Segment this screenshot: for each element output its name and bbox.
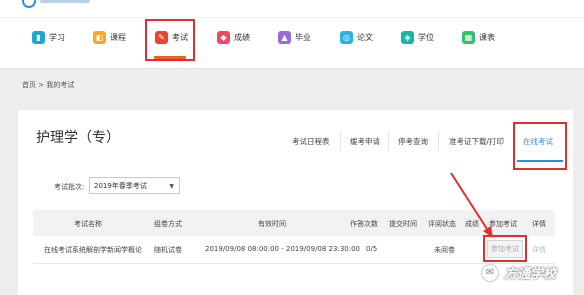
watermark: ✉ 方通学校 [481, 263, 556, 282]
nav-label: 论文 [357, 32, 373, 42]
top-header [0, 0, 584, 17]
nav-item-graduation[interactable]: ▲ 毕业 [278, 27, 311, 47]
tab-active-highlight [513, 122, 567, 170]
cell-valid-time: 2019/09/08 08:00:00 - 2019/09/08 23:30:0… [205, 245, 360, 253]
nav-label: 课表 [479, 32, 495, 42]
tab-admission-ticket[interactable]: 准考证下载/打印 [449, 136, 504, 147]
batch-label: 考试批次: [54, 183, 85, 191]
table-row [33, 263, 555, 264]
book-icon: ▮ [32, 30, 45, 44]
col-take-exam: 参加考试 [489, 220, 517, 228]
col-attempts: 作答次数 [350, 220, 378, 228]
tab-divider [438, 131, 439, 151]
col-score: 成绩 [465, 220, 479, 228]
wechat-icon: ✉ [481, 263, 499, 282]
nav-active-highlight [145, 19, 195, 61]
tab-divider [340, 131, 341, 151]
nav-item-timetable[interactable]: ▦ 课表 [462, 27, 495, 47]
col-submit-time: 提交时间 [389, 220, 417, 228]
col-valid-time: 有效时间 [258, 220, 286, 228]
degree-icon: ◈ [401, 30, 414, 44]
tab-exam-schedule[interactable]: 考试日程表 [292, 136, 330, 147]
nav-item-degree[interactable]: ◈ 学位 [401, 27, 434, 47]
col-details: 详情 [532, 220, 546, 228]
calendar-icon: ▦ [462, 30, 475, 44]
cell-review-status: 未阅卷 [434, 246, 455, 254]
chevron-down-icon: ▼ [169, 183, 174, 190]
nav-item-grades[interactable]: ◆ 成绩 [217, 27, 250, 47]
nav-item-study[interactable]: ▮ 学习 [32, 27, 65, 47]
page-title: 护理学（专） [36, 130, 120, 146]
nav-label: 成绩 [234, 32, 250, 42]
cell-exam-name: 在线考试系统解剖学新闻学概论 [44, 246, 142, 254]
school-logo-text [40, 0, 90, 3]
tab-divider [388, 131, 389, 151]
tab-deferral-request[interactable]: 缓考申请 [350, 136, 380, 147]
course-icon: ◧ [93, 30, 106, 44]
batch-select[interactable]: 2019年春季考试 ▼ [89, 177, 180, 194]
details-link[interactable]: 详情 [532, 245, 546, 255]
cell-attempts: 0/5 [366, 245, 378, 253]
take-exam-highlight [483, 235, 527, 262]
nav-item-thesis[interactable]: ◎ 论文 [340, 27, 373, 47]
cell-paper-method: 随机试卷 [154, 246, 182, 254]
col-review-status: 评阅状态 [428, 220, 456, 228]
paper-icon: ◎ [340, 30, 353, 44]
tab-suspension-query[interactable]: 停考查询 [398, 136, 428, 147]
nav-label: 学位 [418, 32, 434, 42]
grade-icon: ◆ [217, 30, 230, 44]
graduation-cap-icon: ▲ [278, 30, 291, 44]
breadcrumb: 首页 > 我的考试 [22, 81, 75, 89]
watermark-text: 方通学校 [504, 267, 557, 282]
col-exam-name: 考试名称 [74, 220, 102, 228]
nav-label: 课程 [110, 32, 126, 42]
nav-item-course[interactable]: ◧ 课程 [93, 27, 126, 47]
nav-label: 学习 [49, 32, 65, 42]
col-paper-method: 组卷方式 [154, 220, 182, 228]
school-logo [22, 0, 36, 8]
nav-label: 毕业 [295, 32, 311, 42]
batch-select-value: 2019年春季考试 [94, 181, 147, 190]
nav-active-underline [154, 56, 186, 59]
